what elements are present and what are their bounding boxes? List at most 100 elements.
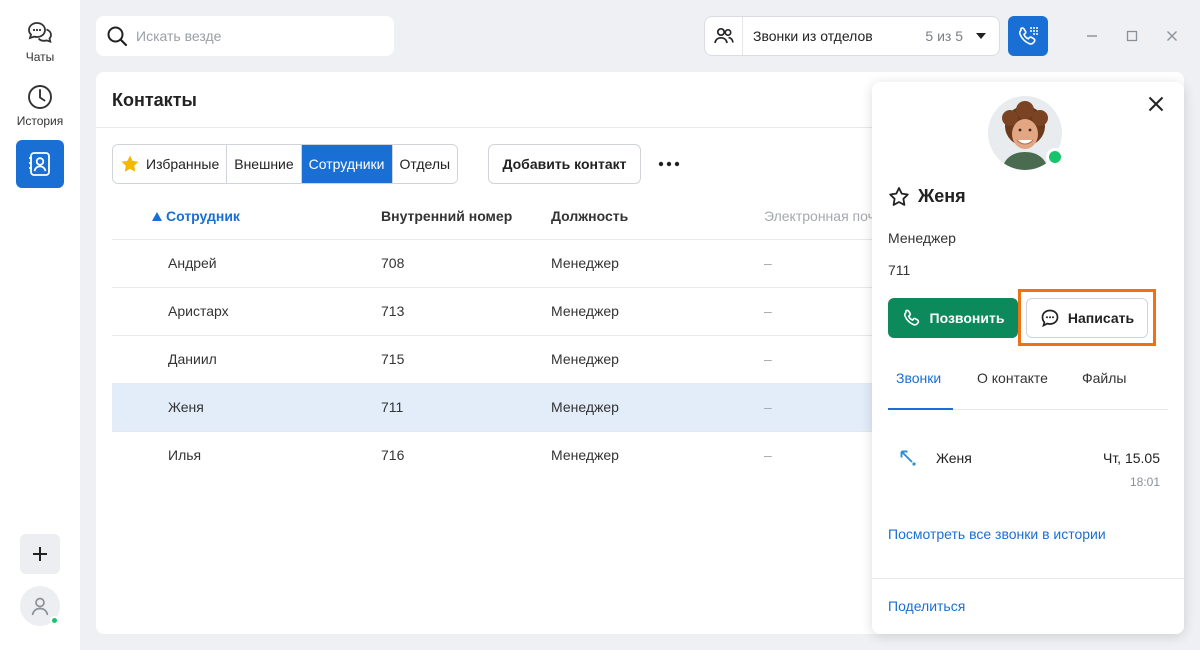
tab-about[interactable]: О контакте xyxy=(977,370,1048,386)
dialpad-call-button[interactable] xyxy=(1008,16,1048,56)
tab-departments[interactable]: Отделы xyxy=(392,145,458,183)
tab-favorites[interactable]: Избранные xyxy=(113,145,228,183)
dept-select-label: Звонки из отделов xyxy=(753,28,873,44)
sidebar-item-label: История xyxy=(16,114,64,128)
tab-label: Избранные xyxy=(146,156,220,172)
search-input[interactable] xyxy=(136,28,376,44)
phone-dialpad-icon xyxy=(1018,27,1038,45)
tab-label: Сотрудники xyxy=(308,156,385,172)
detail-tabs: Звонки О контакте Файлы xyxy=(888,364,1168,410)
table-row[interactable]: Даниил 715 Менеджер – xyxy=(112,336,992,384)
call-button-label: Позвонить xyxy=(929,310,1005,326)
column-header-label: Сотрудник xyxy=(166,208,240,224)
tab-label: Внешние xyxy=(234,156,294,172)
user-icon xyxy=(31,597,49,616)
history-clock-icon xyxy=(28,85,52,109)
group-icon xyxy=(713,27,734,44)
add-contact-button[interactable]: Добавить контакт xyxy=(488,144,641,184)
close-icon xyxy=(1167,31,1177,41)
call-history-name[interactable]: Женя xyxy=(936,450,972,466)
more-options-button[interactable] xyxy=(656,152,682,176)
cell-ext: 711 xyxy=(381,399,404,415)
cell-role: Менеджер xyxy=(551,447,619,463)
table-row[interactable]: Илья 716 Менеджер – xyxy=(112,432,992,480)
dept-select-lead xyxy=(705,17,743,55)
contacts-book-icon xyxy=(29,152,50,176)
cell-name: Даниил xyxy=(168,351,217,367)
see-all-calls-link[interactable]: Посмотреть все звонки в истории xyxy=(888,526,1106,542)
cell-email: – xyxy=(764,399,772,415)
active-tab-indicator xyxy=(888,408,953,410)
cell-ext: 708 xyxy=(381,255,405,271)
sort-asc-icon xyxy=(152,212,162,221)
global-search[interactable] xyxy=(96,16,394,56)
page-title: Контакты xyxy=(112,90,197,110)
tab-label: Отделы xyxy=(399,156,451,172)
close-window-button[interactable] xyxy=(1164,28,1180,44)
column-header-role[interactable]: Должность xyxy=(551,208,628,224)
online-status-dot xyxy=(50,616,59,625)
table-row[interactable]: Андрей 708 Менеджер – xyxy=(112,240,992,288)
cell-email: – xyxy=(764,255,772,271)
sidebar-item-history[interactable]: История xyxy=(0,82,80,128)
tab-files[interactable]: Файлы xyxy=(1082,370,1126,386)
cell-email: – xyxy=(764,447,772,463)
column-header-ext[interactable]: Внутренний номер xyxy=(381,208,512,224)
call-history-time: 18:01 xyxy=(1129,475,1160,489)
contact-name: Женя xyxy=(918,186,966,206)
chevron-down-icon xyxy=(963,32,999,40)
user-avatar[interactable] xyxy=(20,586,60,626)
write-button-label: Написать xyxy=(1067,310,1135,326)
tab-calls[interactable]: Звонки xyxy=(896,370,941,386)
table-row[interactable]: Аристарх 713 Менеджер – xyxy=(112,288,992,336)
divider xyxy=(872,578,1184,579)
cell-role: Менеджер xyxy=(551,351,619,367)
more-horizontal-icon xyxy=(658,161,680,167)
minimize-window-button[interactable] xyxy=(1084,28,1100,44)
cell-ext: 713 xyxy=(381,303,405,319)
contact-detail-card: Женя Менеджер 711 Позвонить Написать Зво… xyxy=(872,82,1184,634)
table-header: Сотрудник Внутренний номер Должность Эле… xyxy=(112,192,992,240)
star-filled-icon xyxy=(121,155,139,172)
cell-email: – xyxy=(764,303,772,319)
dept-calls-select[interactable]: Звонки из отделов 5 из 5 xyxy=(704,16,1000,56)
table-row-selected[interactable]: Женя 711 Менеджер – xyxy=(112,384,992,432)
phone-icon xyxy=(903,309,919,326)
cell-role: Менеджер xyxy=(551,255,619,271)
favorite-star-icon[interactable] xyxy=(888,186,910,208)
share-link[interactable]: Поделиться xyxy=(888,598,965,614)
cell-name: Женя xyxy=(168,399,204,415)
contacts-table: Сотрудник Внутренний номер Должность Эле… xyxy=(112,192,992,480)
column-header-email[interactable]: Электронная поч xyxy=(764,208,875,224)
search-icon xyxy=(107,26,128,47)
plus-icon xyxy=(33,547,47,561)
message-bubble-icon xyxy=(1041,309,1059,328)
cell-email: – xyxy=(764,351,772,367)
sidebar-item-label: Чаты xyxy=(25,50,55,64)
column-header-employee[interactable]: Сотрудник xyxy=(152,208,240,224)
tab-external[interactable]: Внешние xyxy=(227,145,302,183)
cell-ext: 716 xyxy=(381,447,405,463)
contacts-segment-control: Избранные Внешние Сотрудники Отделы xyxy=(112,144,459,184)
call-button[interactable]: Позвонить xyxy=(888,298,1018,338)
sidebar-item-contacts[interactable] xyxy=(16,140,64,188)
cell-ext: 715 xyxy=(381,351,405,367)
dept-select-count: 5 из 5 xyxy=(925,28,963,44)
minimize-icon xyxy=(1087,35,1097,37)
add-button[interactable] xyxy=(20,534,60,574)
cell-role: Менеджер xyxy=(551,399,619,415)
maximize-window-button[interactable] xyxy=(1124,28,1140,44)
tab-employees[interactable]: Сотрудники xyxy=(301,145,393,183)
write-message-button[interactable]: Написать xyxy=(1026,298,1148,338)
contact-role: Менеджер xyxy=(888,230,956,246)
maximize-icon xyxy=(1126,30,1138,42)
online-status-dot xyxy=(1046,148,1064,166)
cell-role: Менеджер xyxy=(551,303,619,319)
close-icon xyxy=(1148,96,1164,112)
contact-ext: 711 xyxy=(888,262,911,278)
close-card-button[interactable] xyxy=(1144,92,1168,116)
chats-icon xyxy=(28,22,52,43)
left-rail: Чаты История xyxy=(0,0,80,650)
cell-name: Илья xyxy=(168,447,202,463)
sidebar-item-chats[interactable]: Чаты xyxy=(0,18,80,64)
